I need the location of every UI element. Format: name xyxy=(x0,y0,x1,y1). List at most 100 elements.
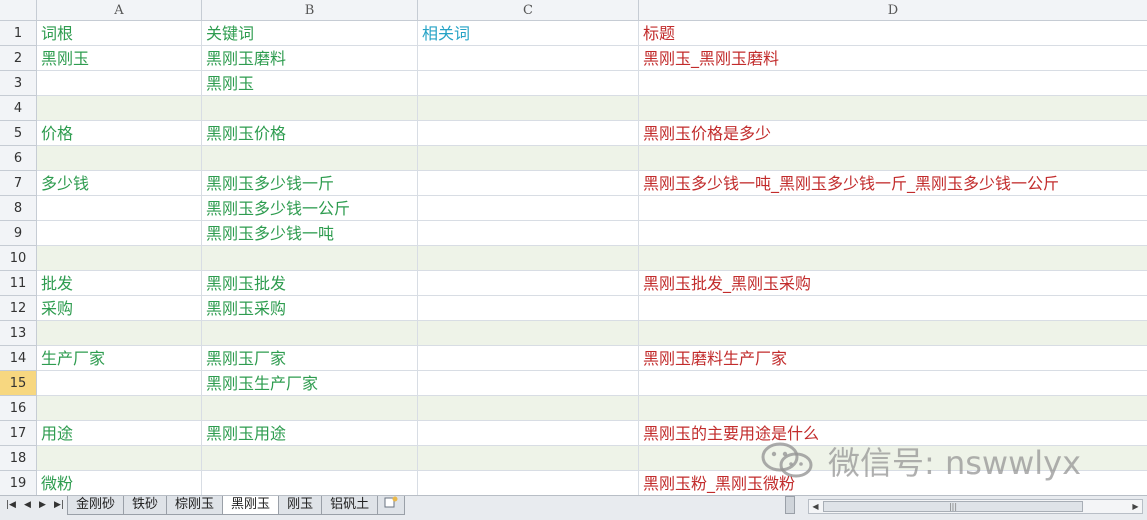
cell-related[interactable] xyxy=(418,296,639,321)
cell-root[interactable]: 价格 xyxy=(37,121,202,146)
cell-root[interactable]: 微粉 xyxy=(37,471,202,495)
cell-keyword[interactable]: 黑刚玉价格 xyxy=(202,121,418,146)
row-number[interactable]: 17 xyxy=(0,421,37,446)
cell-related[interactable] xyxy=(418,346,639,371)
cell-keyword[interactable]: 黑刚玉批发 xyxy=(202,271,418,296)
next-sheet-icon[interactable]: ▶ xyxy=(39,500,46,510)
sheet-tab-active[interactable]: 黑刚玉 xyxy=(222,496,280,515)
cell-related[interactable] xyxy=(418,221,639,246)
cell-related[interactable] xyxy=(418,446,639,471)
cell-keyword[interactable] xyxy=(202,146,418,171)
cell-title[interactable] xyxy=(639,71,1147,96)
cell-keyword[interactable] xyxy=(202,321,418,346)
row-number[interactable]: 3 xyxy=(0,71,37,96)
insert-sheet-button[interactable] xyxy=(377,496,406,515)
cell-title[interactable] xyxy=(639,296,1147,321)
cell-related[interactable] xyxy=(418,421,639,446)
prev-sheet-icon[interactable]: ◀ xyxy=(24,500,31,510)
cell-keyword[interactable]: 关键词 xyxy=(202,21,418,46)
sheet-tab[interactable]: 铁砂 xyxy=(123,496,168,515)
row-number[interactable]: 7 xyxy=(0,171,37,196)
cell-root[interactable] xyxy=(37,446,202,471)
cell-root[interactable] xyxy=(37,146,202,171)
cell-related[interactable] xyxy=(418,271,639,296)
cell-root[interactable]: 多少钱 xyxy=(37,171,202,196)
row-number[interactable]: 18 xyxy=(0,446,37,471)
cell-title[interactable]: 黑刚玉磨料生产厂家 xyxy=(639,346,1147,371)
column-header-b[interactable]: B xyxy=(202,0,418,21)
cell-root[interactable]: 词根 xyxy=(37,21,202,46)
cell-root[interactable]: 采购 xyxy=(37,296,202,321)
cell-keyword[interactable]: 黑刚玉采购 xyxy=(202,296,418,321)
row-number[interactable]: 13 xyxy=(0,321,37,346)
cell-title[interactable] xyxy=(639,221,1147,246)
row-number[interactable]: 16 xyxy=(0,396,37,421)
cell-root[interactable] xyxy=(37,196,202,221)
cell-keyword[interactable]: 黑刚玉多少钱一公斤 xyxy=(202,196,418,221)
cell-title[interactable]: 黑刚玉批发_黑刚玉采购 xyxy=(639,271,1147,296)
cell-keyword[interactable]: 黑刚玉多少钱一斤 xyxy=(202,171,418,196)
scroll-left-icon[interactable]: ◀ xyxy=(809,500,822,513)
cell-keyword[interactable]: 黑刚玉磨料 xyxy=(202,46,418,71)
column-header-c[interactable]: C xyxy=(418,0,639,21)
cell-related[interactable] xyxy=(418,321,639,346)
sheet-tab[interactable]: 铝矾土 xyxy=(321,496,379,515)
cell-root[interactable]: 黑刚玉 xyxy=(37,46,202,71)
column-header-a[interactable]: A xyxy=(37,0,202,21)
cell-root[interactable] xyxy=(37,396,202,421)
sheet-tab[interactable]: 金刚砂 xyxy=(67,496,125,515)
cell-related[interactable] xyxy=(418,246,639,271)
cell-root[interactable]: 生产厂家 xyxy=(37,346,202,371)
horizontal-scrollbar[interactable]: ◀ ||| ▶ xyxy=(808,499,1143,514)
scrollbar-thumb[interactable]: ||| xyxy=(823,501,1083,512)
sheet-tab[interactable]: 棕刚玉 xyxy=(166,496,224,515)
cell-title[interactable] xyxy=(639,146,1147,171)
row-number[interactable]: 9 xyxy=(0,221,37,246)
cell-title[interactable] xyxy=(639,246,1147,271)
row-number[interactable]: 4 xyxy=(0,96,37,121)
column-header-d[interactable]: D xyxy=(639,0,1147,21)
cell-keyword[interactable]: 黑刚玉用途 xyxy=(202,421,418,446)
row-number[interactable]: 19 xyxy=(0,471,37,495)
row-number[interactable]: 8 xyxy=(0,196,37,221)
cell-related[interactable] xyxy=(418,396,639,421)
row-number[interactable]: 15 xyxy=(0,371,37,396)
cell-keyword[interactable]: 黑刚玉厂家 xyxy=(202,346,418,371)
cell-root[interactable] xyxy=(37,96,202,121)
cell-root[interactable]: 批发 xyxy=(37,271,202,296)
cell-root[interactable]: 用途 xyxy=(37,421,202,446)
row-number[interactable]: 5 xyxy=(0,121,37,146)
cell-keyword[interactable] xyxy=(202,246,418,271)
cell-keyword[interactable] xyxy=(202,396,418,421)
cell-root[interactable] xyxy=(37,221,202,246)
cell-keyword[interactable]: 黑刚玉生产厂家 xyxy=(202,371,418,396)
select-all-corner[interactable] xyxy=(0,0,37,21)
sheet-tab[interactable]: 刚玉 xyxy=(278,496,323,515)
row-number[interactable]: 2 xyxy=(0,46,37,71)
cell-keyword[interactable] xyxy=(202,96,418,121)
cell-related[interactable] xyxy=(418,471,639,495)
tab-splitter[interactable] xyxy=(785,496,796,514)
cell-title[interactable]: 标题 xyxy=(639,21,1147,46)
last-sheet-icon[interactable]: ▶| xyxy=(54,500,64,510)
row-number[interactable]: 14 xyxy=(0,346,37,371)
cell-related[interactable] xyxy=(418,371,639,396)
cell-keyword[interactable]: 黑刚玉多少钱一吨 xyxy=(202,221,418,246)
row-number[interactable]: 10 xyxy=(0,246,37,271)
cell-title[interactable] xyxy=(639,396,1147,421)
cell-related[interactable]: 相关词 xyxy=(418,21,639,46)
cell-root[interactable] xyxy=(37,321,202,346)
cell-title[interactable]: 黑刚玉_黑刚玉磨料 xyxy=(639,46,1147,71)
cell-related[interactable] xyxy=(418,96,639,121)
cell-related[interactable] xyxy=(418,121,639,146)
scroll-right-icon[interactable]: ▶ xyxy=(1129,500,1142,513)
cell-related[interactable] xyxy=(418,71,639,96)
cell-keyword[interactable] xyxy=(202,446,418,471)
cell-root[interactable] xyxy=(37,371,202,396)
cell-title[interactable] xyxy=(639,196,1147,221)
cell-title[interactable]: 黑刚玉多少钱一吨_黑刚玉多少钱一斤_黑刚玉多少钱一公斤 xyxy=(639,171,1147,196)
cell-title[interactable] xyxy=(639,321,1147,346)
cell-root[interactable] xyxy=(37,71,202,96)
row-number[interactable]: 11 xyxy=(0,271,37,296)
cell-title[interactable] xyxy=(639,371,1147,396)
